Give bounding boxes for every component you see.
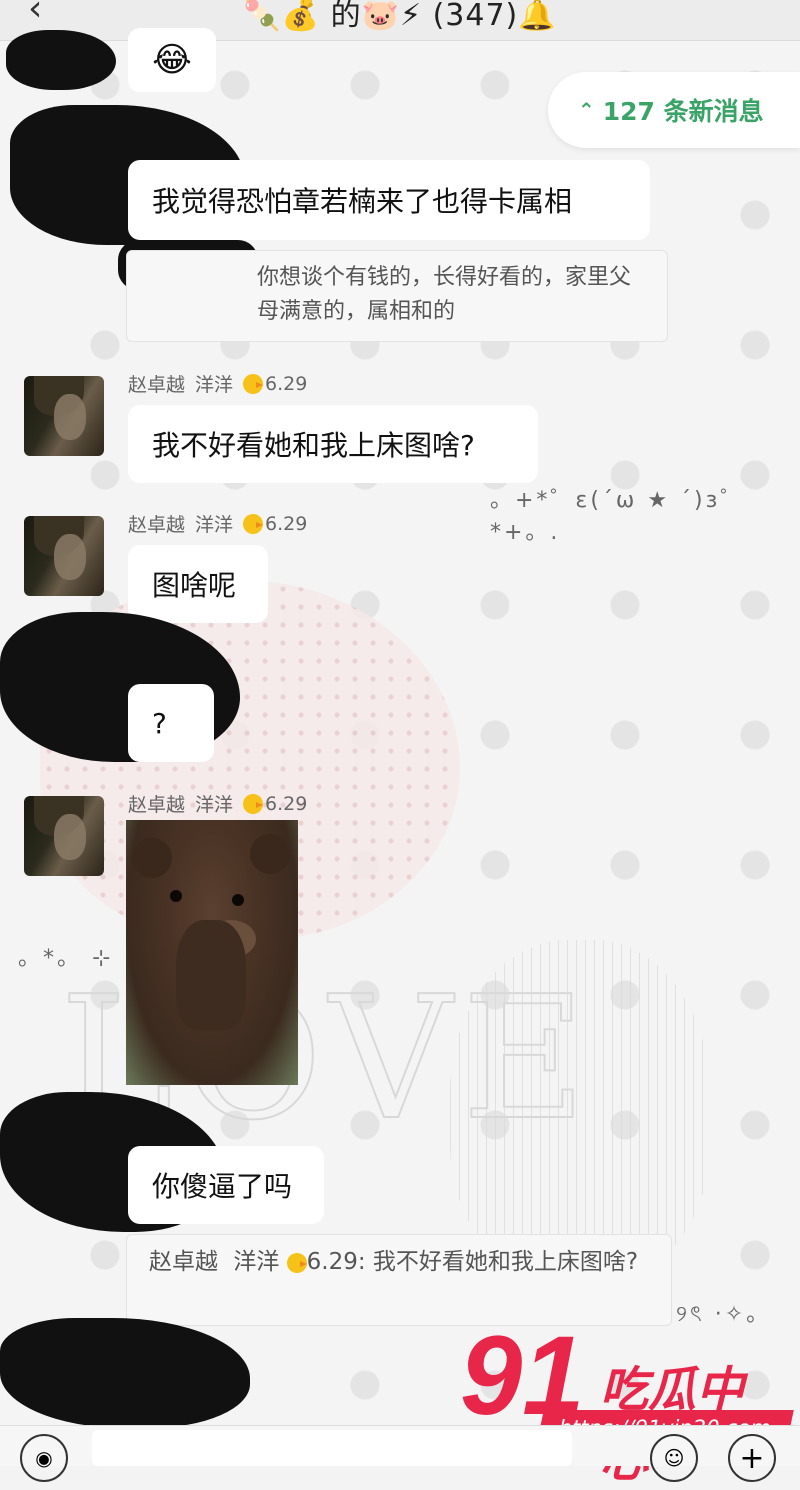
sender-label: 赵卓越 [128,514,186,536]
sender-name: 赵卓越 洋洋 6.29 [128,510,307,537]
message-bubble[interactable]: 图啥呢 [128,545,268,623]
avatar[interactable] [24,796,104,876]
quoted-date: 6.29 [306,1249,358,1275]
quoted-message[interactable]: 赵卓越 洋洋 6.29: 我不好看她和我上床图啥? [126,1234,672,1326]
message-text: 图啥呢 [152,569,237,602]
sender-date: 6.29 [265,372,308,395]
voice-icon[interactable]: ◉ [20,1434,68,1482]
sender-name: 赵卓越 洋洋 6.29 [128,370,307,397]
quoted-separator: : [357,1249,366,1275]
sender-tag: 洋洋 [195,514,234,536]
bear-photo[interactable] [126,820,298,1085]
message-text: 😂 [152,40,192,80]
avatar[interactable] [24,516,104,596]
double-chevron-up-icon: ⌃ [578,98,595,122]
sparkle-decoration: 。*。 ⊹ [18,946,114,971]
message-bubble[interactable]: 我觉得恐怕章若楠来了也得卡属相 [128,160,650,240]
message-bubble[interactable]: 你傻逼了吗 [128,1146,324,1224]
message-bubble[interactable]: 😂 [128,28,216,92]
message-bubble[interactable]: 我不好看她和我上床图啥? [128,405,538,483]
chick-icon [243,373,264,394]
message-text: 我不好看她和我上床图啥? [152,429,475,462]
message-text: ? [152,706,167,740]
sender-tag: 洋洋 [195,794,234,816]
quoted-sender: 赵卓越 [149,1249,218,1275]
new-messages-button[interactable]: ⌃ 127 条新消息 [548,72,800,148]
sender-label: 赵卓越 [128,794,186,816]
sender-name: 赵卓越 洋洋 6.29 [128,790,307,817]
chat-header: ‹ 🍡💰 的🐷⚡ (347)🔔 [0,0,800,41]
quoted-tag: 洋洋 [233,1249,280,1275]
new-messages-label: 127 条新消息 [602,97,764,126]
chick-icon [243,793,264,814]
message-text: 你傻逼了吗 [152,1170,293,1203]
emoji-icon[interactable]: ☺ [650,1434,698,1482]
quoted-text: 我不好看她和我上床图啥? [372,1249,639,1275]
sender-tag: 洋洋 [195,374,234,396]
avatar[interactable] [24,376,104,456]
quoted-text: 你想谈个有钱的，长得好看的，家里父母满意的，属相和的 [257,265,632,324]
chick-icon [286,1252,307,1273]
kaomoji-decoration: 。+*゜ε(´ω ★ ´)з゜*+。. [490,488,746,545]
quoted-message[interactable]: 你想谈个有钱的，长得好看的，家里父母满意的，属相和的 [126,250,668,342]
input-bar: ◉ ☺ + [0,1425,800,1482]
redacted-avatar [6,30,116,90]
plus-icon[interactable]: + [728,1434,776,1482]
sender-date: 6.29 [265,792,308,815]
chick-icon [243,513,264,534]
message-bubble[interactable]: ? [128,684,214,762]
sender-label: 赵卓越 [128,374,186,396]
message-input[interactable] [92,1430,572,1466]
message-text: 我觉得恐怕章若楠来了也得卡属相 [152,185,573,218]
back-icon[interactable]: ‹ [28,0,42,29]
chat-title: 🍡💰 的🐷⚡ (347)🔔 [243,0,557,33]
sender-date: 6.29 [265,512,308,535]
